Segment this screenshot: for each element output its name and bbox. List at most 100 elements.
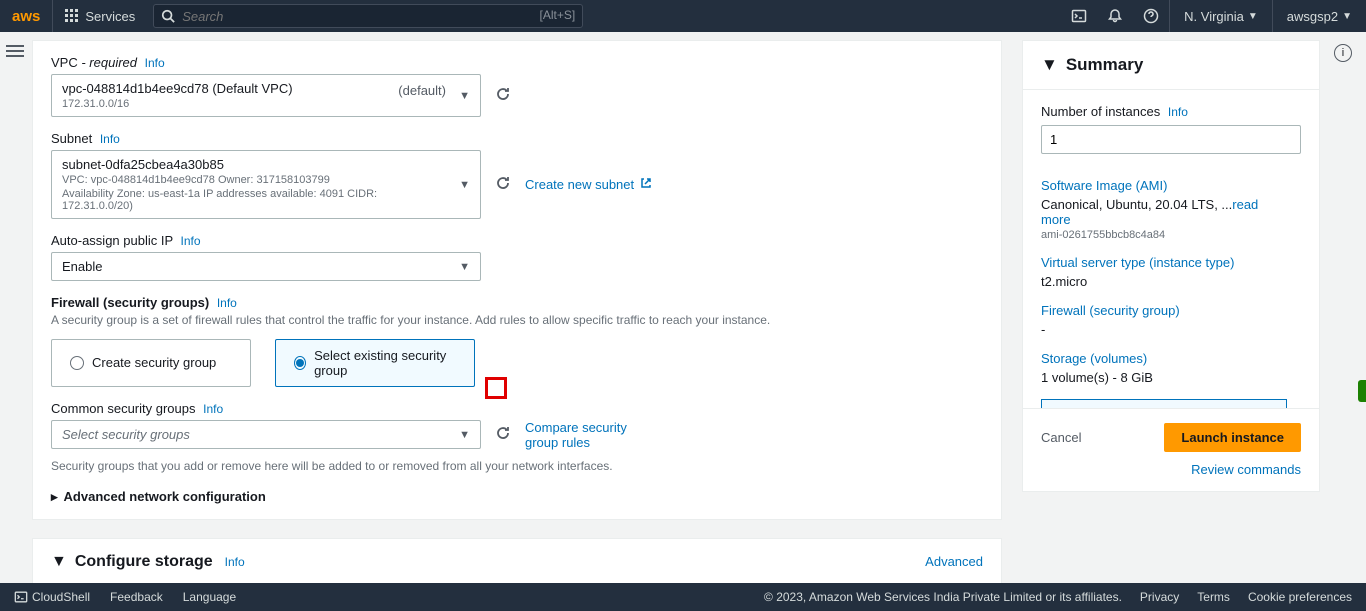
summary-type-head[interactable]: Virtual server type (instance type) (1041, 255, 1287, 270)
vpc-select[interactable]: vpc-048814d1b4ee9cd78 (Default VPC) 172.… (51, 74, 481, 117)
notifications-icon[interactable] (1097, 0, 1133, 32)
subnet-value: subnet-0dfa25cbea4a30b85 (62, 157, 450, 172)
autoip-select[interactable]: Enable ▼ (51, 252, 481, 281)
subnet-info-link[interactable]: Info (100, 132, 120, 146)
vpc-cidr: 172.31.0.0/16 (62, 98, 450, 110)
cookies-link[interactable]: Cookie preferences (1248, 590, 1352, 604)
red-highlight-box (485, 377, 507, 399)
storage-info-link[interactable]: Info (225, 555, 245, 569)
advanced-network-label: Advanced network configuration (64, 489, 266, 504)
required-text: - required (81, 55, 137, 70)
storage-title-row[interactable]: ▼ Configure storage Info (51, 553, 245, 571)
common-sg-info-link[interactable]: Info (203, 402, 223, 416)
topnav-right: N. Virginia ▼ awsgsp2 ▼ (1061, 0, 1366, 32)
summary-fw-text: - (1041, 322, 1287, 337)
vpc-info-link[interactable]: Info (145, 56, 165, 70)
cloudshell-icon[interactable] (1061, 0, 1097, 32)
summary-body: Number of instances Info Software Image … (1023, 90, 1319, 408)
search-container: [Alt+S] (153, 4, 583, 28)
firewall-info-link[interactable]: Info (217, 296, 237, 310)
services-button[interactable]: Services (52, 0, 147, 32)
summary-header[interactable]: ▼ Summary (1023, 41, 1319, 90)
num-instances-info[interactable]: Info (1168, 105, 1188, 119)
storage-advanced-link[interactable]: Advanced (925, 554, 983, 569)
compare-sg-link[interactable]: Compare security group rules (525, 420, 635, 450)
right-help-icon[interactable]: i (1334, 44, 1352, 62)
region-selector[interactable]: N. Virginia ▼ (1169, 0, 1272, 32)
firewall-help: A security group is a set of firewall ru… (51, 312, 983, 329)
left-panel-toggle[interactable] (6, 44, 24, 61)
privacy-link[interactable]: Privacy (1140, 590, 1179, 604)
help-icon[interactable] (1133, 0, 1169, 32)
radio-icon (294, 356, 306, 370)
summary-ami-head[interactable]: Software Image (AMI) (1041, 178, 1287, 193)
search-input[interactable] (153, 4, 583, 28)
review-commands-link[interactable]: Review commands (1191, 462, 1301, 477)
vpc-refresh-icon[interactable] (495, 86, 511, 105)
radio-existing-sg[interactable]: Select existing security group (275, 339, 475, 387)
subnet-label: Subnet Info (51, 131, 983, 146)
create-subnet-text: Create new subnet (525, 177, 634, 192)
caret-down-icon: ▼ (51, 553, 67, 571)
summary-column: ▼ Summary Number of instances Info Softw… (1022, 32, 1320, 583)
cancel-button[interactable]: Cancel (1041, 430, 1081, 445)
common-sg-placeholder: Select security groups (62, 427, 450, 442)
footer-bar: CloudShell Feedback Language © 2023, Ama… (0, 583, 1366, 611)
vpc-field: VPC - required Info vpc-048814d1b4ee9cd7… (51, 55, 983, 117)
subnet-label-text: Subnet (51, 131, 92, 146)
aws-logo[interactable]: aws (0, 8, 52, 25)
summary-panel: ▼ Summary Number of instances Info Softw… (1022, 40, 1320, 492)
summary-storage-head[interactable]: Storage (volumes) (1041, 351, 1287, 366)
network-panel: VPC - required Info vpc-048814d1b4ee9cd7… (32, 40, 1002, 520)
account-label: awsgsp2 (1287, 9, 1338, 24)
chevron-down-icon: ▼ (459, 261, 470, 273)
account-selector[interactable]: awsgsp2 ▼ (1272, 0, 1366, 32)
caret-right-icon: ▸ (51, 489, 58, 505)
radio-create-sg[interactable]: Create security group (51, 339, 251, 387)
cloudshell-label: CloudShell (32, 590, 90, 604)
radio-create-label: Create security group (92, 355, 216, 370)
search-shortcut: [Alt+S] (540, 8, 576, 22)
search-icon (161, 9, 175, 26)
subnet-line3: Availability Zone: us-east-1a IP address… (62, 188, 450, 212)
terms-link[interactable]: Terms (1197, 590, 1230, 604)
feedback-tab[interactable] (1358, 380, 1366, 402)
common-sg-select[interactable]: Select security groups ▼ (51, 420, 481, 449)
cloudshell-link[interactable]: CloudShell (14, 590, 90, 604)
summary-type-text: t2.micro (1041, 274, 1287, 289)
vpc-value: vpc-048814d1b4ee9cd78 (Default VPC) (62, 81, 450, 96)
main-column: VPC - required Info vpc-048814d1b4ee9cd7… (32, 32, 1002, 583)
top-nav: aws Services [Alt+S] N. Virginia ▼ awsgs… (0, 0, 1366, 32)
summary-fw-head[interactable]: Firewall (security group) (1041, 303, 1287, 318)
summary-ami-id: ami-0261755bbcb8c4a84 (1041, 229, 1287, 241)
summary-ami-text: Canonical, Ubuntu, 20.04 LTS, ... (1041, 197, 1232, 212)
subnet-line2: VPC: vpc-048814d1b4ee9cd78 Owner: 317158… (62, 174, 450, 186)
firewall-field: Firewall (security groups) Info A securi… (51, 295, 983, 387)
external-link-icon (640, 177, 652, 192)
autoip-label-text: Auto-assign public IP (51, 233, 173, 248)
summary-scroll[interactable]: Software Image (AMI) Canonical, Ubuntu, … (1041, 168, 1301, 408)
caret-down-icon: ▼ (1342, 11, 1352, 22)
create-subnet-link[interactable]: Create new subnet (525, 177, 652, 192)
sg-refresh-icon[interactable] (495, 425, 511, 444)
subnet-select[interactable]: subnet-0dfa25cbea4a30b85 VPC: vpc-048814… (51, 150, 481, 219)
language-link[interactable]: Language (183, 590, 236, 604)
chevron-down-icon: ▼ (459, 429, 470, 441)
advanced-network-toggle[interactable]: ▸ Advanced network configuration (51, 489, 983, 505)
num-instances-input[interactable] (1041, 125, 1301, 154)
feedback-link[interactable]: Feedback (110, 590, 163, 604)
caret-down-icon: ▼ (1041, 55, 1058, 75)
autoip-info-link[interactable]: Info (181, 234, 201, 248)
firewall-radio-group: Create security group Select existing se… (51, 339, 983, 387)
storage-header: ▼ Configure storage Info Advanced (51, 553, 983, 581)
subnet-refresh-icon[interactable] (495, 175, 511, 194)
storage-title: Configure storage (75, 553, 213, 571)
summary-ami-text-row: Canonical, Ubuntu, 20.04 LTS, ...read mo… (1041, 197, 1287, 227)
autoip-label: Auto-assign public IP Info (51, 233, 983, 248)
vpc-label: VPC - required Info (51, 55, 983, 70)
vpc-default-badge: (default) (398, 83, 446, 98)
launch-instance-button[interactable]: Launch instance (1164, 423, 1301, 452)
services-grid-icon (65, 9, 79, 23)
autoip-value: Enable (62, 259, 450, 274)
num-instances-label-row: Number of instances Info (1041, 104, 1301, 119)
